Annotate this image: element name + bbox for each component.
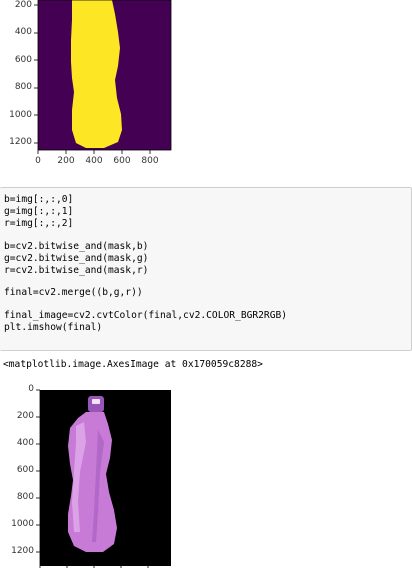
y-tick-label: 800 bbox=[14, 82, 32, 92]
y-tick-label: 600 bbox=[14, 55, 32, 65]
y-tick-label: 400 bbox=[16, 438, 34, 448]
cell-output-repr: <matplotlib.image.AxesImage at 0x170059c… bbox=[3, 359, 263, 370]
code-line: final=cv2.merge((b,g,r)) bbox=[4, 287, 143, 299]
mask-bottle-shape bbox=[71, 0, 122, 148]
x-tick-label: 800 bbox=[141, 156, 159, 166]
y-tick-label: 400 bbox=[14, 27, 32, 37]
y-tick-label: 1000 bbox=[11, 519, 34, 529]
code-line: g=cv2.bitwise_and(mask,g) bbox=[4, 252, 149, 264]
code-line: final_image=cv2.cvtColor(final,cv2.COLOR… bbox=[4, 310, 288, 322]
x-tick-label: 400 bbox=[85, 156, 103, 166]
final-image-plot: 0 200 400 600 800 1000 1200 bbox=[0, 382, 180, 568]
code-line: b=img[:,:,0] bbox=[4, 194, 74, 205]
code-line: b=cv2.bitwise_and(mask,b) bbox=[4, 240, 149, 252]
y-tick-label: 200 bbox=[16, 411, 34, 421]
y-tick-label: 1200 bbox=[9, 137, 32, 147]
x-tick-label: 600 bbox=[113, 156, 131, 166]
code-line: g=img[:,:,1] bbox=[4, 206, 74, 217]
code-line: r=img[:,:,2] bbox=[4, 218, 74, 229]
y-tick-label: 1200 bbox=[11, 546, 34, 556]
y-tick-label: 200 bbox=[14, 0, 32, 10]
code-cell[interactable]: b=img[:,:,0] g=img[:,:,1] r=img[:,:,2] b… bbox=[0, 187, 412, 351]
code-line: plt.imshow(final) bbox=[4, 322, 103, 334]
x-tick-label: 200 bbox=[57, 156, 75, 166]
x-tick-label: 0 bbox=[35, 156, 41, 166]
mask-plot: 200 400 600 800 1000 1200 0 200 400 600 … bbox=[0, 0, 180, 170]
final-image bbox=[36, 389, 171, 568]
y-tick-label: 800 bbox=[16, 492, 34, 502]
code-line: r=cv2.bitwise_and(mask,r) bbox=[4, 264, 149, 276]
y-tick-label: 0 bbox=[28, 384, 34, 394]
y-tick-label: 600 bbox=[16, 465, 34, 475]
y-tick-label: 1000 bbox=[9, 110, 32, 120]
